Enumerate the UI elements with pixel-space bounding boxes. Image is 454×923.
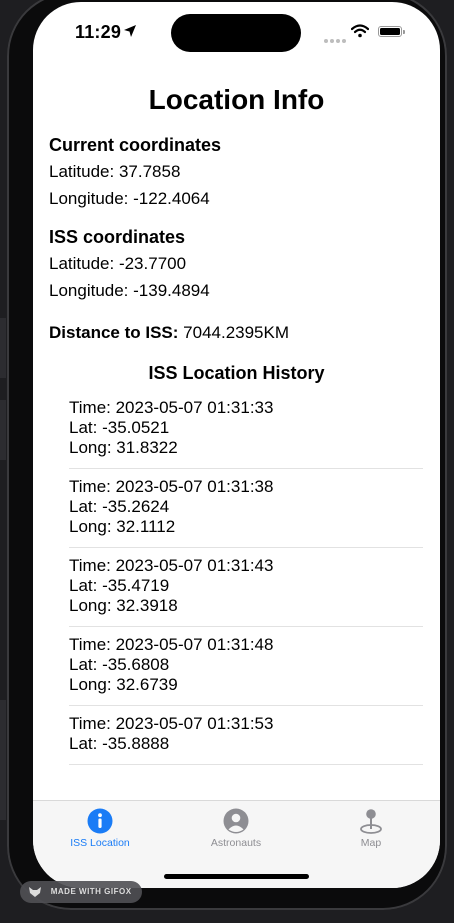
history-list[interactable]: Time: 2023-05-07 01:31:33 Lat: -35.0521 … <box>69 394 423 765</box>
backdrop-strip <box>0 400 6 460</box>
tab-label: ISS Location <box>70 837 130 849</box>
distance-row: Distance to ISS: 7044.2395KM <box>49 320 440 346</box>
watermark-text: MADE WITH GIFOX <box>50 887 132 896</box>
history-lat: Lat: -35.4719 <box>69 576 170 595</box>
dynamic-island <box>171 14 301 52</box>
tab-map[interactable]: Map <box>311 807 431 849</box>
iss-latitude: Latitude: -23.7700 <box>49 254 187 273</box>
history-lat: Lat: -35.8888 <box>69 734 170 753</box>
tab-label: Astronauts <box>210 837 262 849</box>
history-lat: Lat: -35.2624 <box>69 497 170 516</box>
status-time: 11:29 <box>75 22 122 42</box>
iss-longitude: Longitude: -139.4894 <box>49 281 210 300</box>
status-bar: 11:29 <box>33 2 440 62</box>
history-long: Long: 32.1112 <box>69 517 176 536</box>
backdrop-strip <box>0 700 6 820</box>
tab-iss-location[interactable]: ISS Location <box>40 807 160 849</box>
cellular-signal-icon <box>324 30 348 48</box>
home-indicator[interactable] <box>164 874 309 879</box>
watermark-badge: MADE WITH GIFOX <box>20 881 142 903</box>
history-long: Long: 32.6739 <box>69 675 178 694</box>
list-item[interactable]: Time: 2023-05-07 01:31:48 Lat: -35.6808 … <box>69 627 423 706</box>
fox-icon <box>29 886 41 897</box>
wifi-icon <box>351 24 369 38</box>
phone-screen: 11:29 Location Info Current coordinates … <box>33 2 440 888</box>
page-title: Location Info <box>148 84 325 115</box>
current-latitude: Latitude: 37.7858 <box>49 162 181 181</box>
history-heading: ISS Location History <box>148 363 325 383</box>
list-item[interactable]: Time: 2023-05-07 01:31:38 Lat: -35.2624 … <box>69 469 423 548</box>
distance-label: Distance to ISS: <box>49 323 179 342</box>
history-time: Time: 2023-05-07 01:31:33 <box>69 398 274 417</box>
current-coordinates-section: Current coordinates Latitude: 37.7858 Lo… <box>49 132 440 212</box>
list-item[interactable]: Time: 2023-05-07 01:31:53 Lat: -35.8888 <box>69 706 423 765</box>
phone-frame: 11:29 Location Info Current coordinates … <box>7 0 447 910</box>
info-icon <box>87 808 113 834</box>
history-time: Time: 2023-05-07 01:31:53 <box>69 714 274 733</box>
list-item[interactable]: Time: 2023-05-07 01:31:33 Lat: -35.0521 … <box>69 394 423 469</box>
history-lat: Lat: -35.6808 <box>69 655 170 674</box>
tab-label: Map <box>360 837 382 849</box>
current-coordinates-heading: Current coordinates <box>49 135 222 155</box>
list-item[interactable]: Time: 2023-05-07 01:31:43 Lat: -35.4719 … <box>69 548 423 627</box>
history-lat: Lat: -35.0521 <box>69 418 170 437</box>
history-time: Time: 2023-05-07 01:31:43 <box>69 556 274 575</box>
stage: 11:29 Location Info Current coordinates … <box>0 0 454 923</box>
location-arrow-icon <box>124 25 136 37</box>
history-long: Long: 31.8322 <box>69 438 178 457</box>
backdrop-strip <box>0 318 6 378</box>
iss-coordinates-section: ISS coordinates Latitude: -23.7700 Longi… <box>49 224 440 304</box>
tab-astronauts[interactable]: Astronauts <box>176 807 296 849</box>
history-time: Time: 2023-05-07 01:31:38 <box>69 477 274 496</box>
map-pin-icon <box>360 809 382 834</box>
current-longitude: Longitude: -122.4064 <box>49 189 210 208</box>
person-icon <box>223 808 249 834</box>
distance-value: 7044.2395KM <box>183 323 290 342</box>
iss-coordinates-heading: ISS coordinates <box>49 227 186 247</box>
main-content: Location Info Current coordinates Latitu… <box>33 74 440 765</box>
history-time: Time: 2023-05-07 01:31:48 <box>69 635 274 654</box>
history-long: Long: 32.3918 <box>69 596 178 615</box>
battery-icon <box>378 26 405 37</box>
